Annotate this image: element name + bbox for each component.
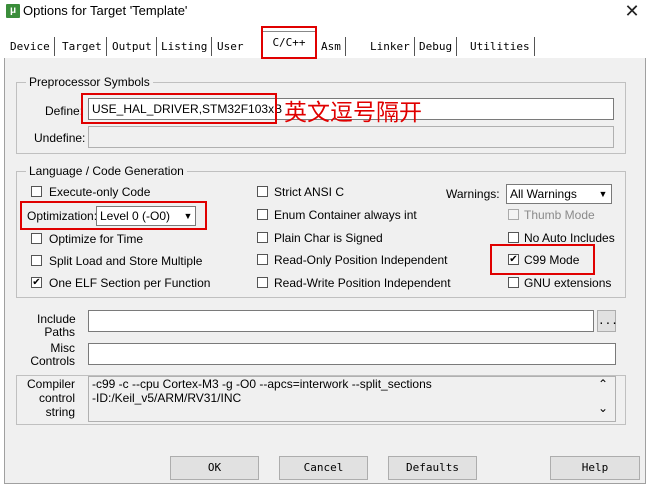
close-icon[interactable]: ✕ xyxy=(622,1,642,21)
no-auto-includes-label: No Auto Includes xyxy=(524,231,615,245)
ro-pi-checkbox[interactable] xyxy=(257,254,268,265)
tab-linker[interactable]: Linker xyxy=(366,37,415,56)
ro-pi-label: Read-Only Position Independent xyxy=(274,253,448,267)
define-label: Define: xyxy=(45,104,84,118)
include-paths-input[interactable] xyxy=(88,310,594,332)
cc-tab-highlight xyxy=(261,26,317,59)
tab-utilities[interactable]: Utilities xyxy=(466,37,535,56)
tab-asm[interactable]: Asm xyxy=(317,37,346,56)
include-label: Include xyxy=(37,312,76,326)
controls-label: Controls xyxy=(30,354,75,368)
thumb-mode-label: Thumb Mode xyxy=(524,208,595,222)
split-load-checkbox[interactable] xyxy=(31,255,42,266)
define-highlight xyxy=(81,93,277,124)
misc-controls-input[interactable] xyxy=(88,343,616,365)
rw-pi-checkbox[interactable] xyxy=(257,277,268,288)
paths-label: Paths xyxy=(44,325,75,339)
thumb-mode-checkbox xyxy=(508,209,519,220)
scroll-down-icon[interactable]: ⌄ xyxy=(598,401,608,415)
c99-highlight xyxy=(490,244,595,275)
tab-output[interactable]: Output xyxy=(108,37,157,56)
preprocessor-group-title: Preprocessor Symbols xyxy=(26,75,153,89)
help-button[interactable]: Help xyxy=(550,456,640,480)
browse-button[interactable]: ... xyxy=(597,310,618,332)
plain-char-checkbox[interactable] xyxy=(257,232,268,243)
scroll-up-icon[interactable]: ⌃ xyxy=(598,377,608,391)
strict-ansi-label: Strict ANSI C xyxy=(274,185,345,199)
warnings-value: All Warnings xyxy=(510,187,577,201)
split-load-label: Split Load and Store Multiple xyxy=(49,254,203,268)
tab-target[interactable]: Target xyxy=(58,37,107,56)
optimize-time-checkbox[interactable] xyxy=(31,233,42,244)
warnings-label: Warnings: xyxy=(446,187,500,201)
compiler-line-1: -c99 -c --cpu Cortex-M3 -g -O0 --apcs=in… xyxy=(92,377,432,391)
language-group-title: Language / Code Generation xyxy=(26,164,187,178)
string-label: string xyxy=(45,405,75,419)
execute-only-checkbox[interactable] xyxy=(31,186,42,197)
cancel-button[interactable]: Cancel xyxy=(279,456,368,480)
misc-label: Misc xyxy=(50,341,75,355)
tab-listing[interactable]: Listing xyxy=(157,37,213,56)
plain-char-label: Plain Char is Signed xyxy=(274,231,383,245)
strict-ansi-checkbox[interactable] xyxy=(257,186,268,197)
compiler-line-2: -ID:/Keil_v5/ARM/RV31/INC xyxy=(92,391,242,405)
control-label: control xyxy=(38,391,75,405)
rw-pi-label: Read-Write Position Independent xyxy=(274,276,451,290)
defaults-button[interactable]: Defaults xyxy=(388,456,477,480)
undefine-input[interactable] xyxy=(88,126,614,148)
undefine-label: Undefine: xyxy=(34,131,86,145)
execute-only-label: Execute-only Code xyxy=(49,185,151,199)
chevron-down-icon[interactable]: ▼ xyxy=(596,186,610,202)
annotation-text: 英文逗号隔开 xyxy=(284,99,422,125)
one-elf-label: One ELF Section per Function xyxy=(49,276,211,290)
gnu-extensions-label: GNU extensions xyxy=(524,276,612,290)
compiler-label: Compiler xyxy=(26,377,75,391)
no-auto-includes-checkbox[interactable] xyxy=(508,232,519,243)
one-elf-checkbox[interactable]: ✔ xyxy=(31,277,42,288)
tab-debug[interactable]: Debug xyxy=(415,37,458,56)
keil-icon: μ xyxy=(6,4,20,18)
optimization-highlight xyxy=(20,201,207,230)
window-title: Options for Target 'Template' xyxy=(23,3,188,18)
optimize-time-label: Optimize for Time xyxy=(49,232,144,246)
gnu-extensions-checkbox[interactable] xyxy=(508,277,519,288)
ok-button[interactable]: OK xyxy=(170,456,259,480)
tab-device[interactable]: Device xyxy=(6,37,55,56)
enum-container-checkbox[interactable] xyxy=(257,209,268,220)
tab-user[interactable]: User xyxy=(213,37,248,56)
enum-container-label: Enum Container always int xyxy=(274,208,417,222)
